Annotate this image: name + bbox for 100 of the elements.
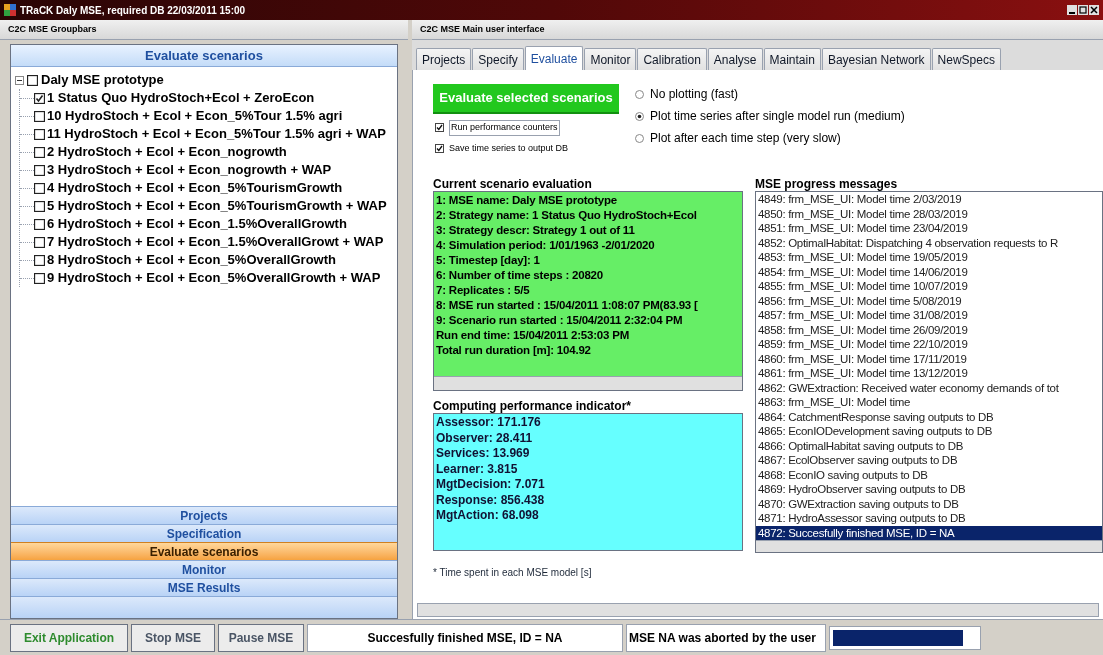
group-bar[interactable]: Monitor bbox=[11, 560, 397, 578]
checkbox[interactable] bbox=[34, 200, 45, 212]
tab[interactable]: NewSpecs bbox=[931, 48, 1001, 70]
message-item[interactable]: 4850: frm_MSE_UI: Model time 28/03/2019 bbox=[756, 206, 1102, 221]
horizontal-scrollbar[interactable] bbox=[756, 540, 1102, 552]
tree-item[interactable]: 8 HydroStoch + Ecol + Econ_5%OverallGrowth bbox=[47, 250, 336, 270]
info-line: Total run duration [m]: 104.92 bbox=[436, 343, 592, 358]
tab[interactable]: Projects bbox=[416, 48, 472, 70]
info-line: Assessor: 171.176 bbox=[436, 415, 542, 431]
status-button[interactable]: Exit Application bbox=[10, 623, 128, 652]
tab[interactable]: Maintain bbox=[763, 48, 821, 70]
tree-item[interactable]: 10 HydroStoch + Ecol + Econ_5%Tour 1.5% agri bbox=[47, 106, 343, 126]
checkbox[interactable] bbox=[34, 182, 45, 194]
tab[interactable]: Monitor bbox=[584, 48, 637, 70]
checkbox[interactable] bbox=[34, 164, 45, 176]
tree-item[interactable]: 4 HydroStoch + Ecol + Econ_5%TourismGrowth bbox=[47, 178, 343, 198]
section-title: Computing performance indicator* bbox=[433, 398, 633, 413]
info-line: 8: MSE run started : 15/04/2011 1:08:07 PM(83.93 [ bbox=[436, 298, 699, 313]
checkbox[interactable] bbox=[34, 236, 45, 248]
checkbox[interactable] bbox=[34, 218, 45, 230]
info-line: MgtAction: 68.098 bbox=[436, 508, 540, 524]
tree-item[interactable]: 11 HydroStoch + Ecol + Econ_5%Tour 1.5% agri + WAP bbox=[47, 124, 386, 144]
tab[interactable]: Calibration bbox=[637, 48, 707, 70]
message-item[interactable]: 4849: frm_MSE_UI: Model time 2/03/2019 bbox=[756, 192, 1102, 207]
collapse-icon[interactable] bbox=[15, 75, 24, 85]
tree-item[interactable]: 7 HydroStoch + Ecol + Econ_1.5%OverallGrowt + WAP bbox=[47, 232, 384, 252]
message-item[interactable]: 4869: HydroObserver saving outputs to DB bbox=[756, 482, 1102, 497]
tab[interactable]: Specify bbox=[472, 48, 524, 70]
message-item[interactable]: 4864: CatchmentResponse saving outputs to DB bbox=[756, 409, 1102, 424]
message-item[interactable]: 4863: frm_MSE_UI: Model time bbox=[756, 395, 1102, 410]
message-item[interactable]: 4858: frm_MSE_UI: Model time 26/09/2019 bbox=[756, 322, 1102, 337]
checkbox[interactable] bbox=[34, 128, 45, 140]
tree-item[interactable]: Daly MSE prototype bbox=[41, 70, 164, 90]
message-item[interactable]: 4852: OptimalHabitat: Dispatching 4 observation requests to R bbox=[756, 235, 1102, 250]
info-line: Learner: 3.815 bbox=[436, 461, 519, 477]
info-line: Run end time: 15/04/2011 2:53:03 PM bbox=[436, 328, 631, 343]
message-item[interactable]: 4868: EconIO saving outputs to DB bbox=[756, 467, 1102, 482]
checkbox[interactable] bbox=[34, 92, 45, 104]
close-icon[interactable] bbox=[1089, 5, 1099, 15]
message-item[interactable]: 4866: OptimalHabitat saving outputs to DB bbox=[756, 438, 1102, 453]
tree-item[interactable]: 6 HydroStoch + Ecol + Econ_1.5%OverallGrowth bbox=[47, 214, 347, 234]
tree-item[interactable]: 2 HydroStoch + Ecol + Econ_nogrowth bbox=[47, 142, 287, 162]
info-line: 9: Scenario run started : 15/04/2011 2:32:04 PM bbox=[436, 313, 684, 328]
checkbox[interactable] bbox=[34, 146, 45, 158]
tree-item[interactable]: 3 HydroStoch + Ecol + Econ_nogrowth + WAP bbox=[47, 160, 332, 180]
info-line: Observer: 28.411 bbox=[436, 430, 534, 446]
tab[interactable]: Bayesian Network bbox=[821, 48, 931, 70]
pane-title: C2C MSE Main user interface bbox=[412, 20, 1103, 40]
checkbox[interactable] bbox=[435, 143, 444, 153]
message-item[interactable]: 4871: HydroAssessor saving outputs to DB bbox=[756, 511, 1102, 526]
checkbox[interactable] bbox=[27, 74, 38, 86]
radio-button[interactable] bbox=[635, 89, 644, 99]
checkbox[interactable] bbox=[34, 254, 45, 266]
footnote: * Time spent in each MSE model [s] bbox=[433, 566, 593, 580]
message-item[interactable]: 4853: frm_MSE_UI: Model time 19/05/2019 bbox=[756, 250, 1102, 265]
message-item[interactable]: 4862: GWExtraction: Received water economy demands of tot bbox=[756, 380, 1102, 395]
message-item[interactable]: 4865: EconIODevelopment saving outputs to DB bbox=[756, 424, 1102, 439]
message-item[interactable]: 4851: frm_MSE_UI: Model time 23/04/2019 bbox=[756, 221, 1102, 236]
maximize-icon[interactable] bbox=[1078, 5, 1088, 15]
horizontal-scrollbar[interactable] bbox=[417, 603, 1099, 617]
message-item[interactable]: 4854: frm_MSE_UI: Model time 14/06/2019 bbox=[756, 264, 1102, 279]
message-item[interactable]: 4872: Succesfully finished MSE, ID = NA bbox=[756, 525, 1102, 540]
checkbox[interactable] bbox=[34, 110, 45, 122]
info-line: 3: Strategy descr: Strategy 1 out of 11 bbox=[436, 223, 636, 238]
tree-item[interactable]: 1 Status Quo HydroStoch+Ecol + ZeroEcon bbox=[47, 88, 315, 108]
info-line: 1: MSE name: Daly MSE prototype bbox=[436, 193, 619, 208]
message-item[interactable]: 4867: EcolObserver saving outputs to DB bbox=[756, 453, 1102, 468]
group-bar[interactable]: Specification bbox=[11, 524, 397, 542]
horizontal-scrollbar[interactable] bbox=[434, 376, 742, 390]
message-item[interactable]: 4860: frm_MSE_UI: Model time 17/11/2019 bbox=[756, 351, 1102, 366]
checkbox[interactable] bbox=[435, 123, 444, 133]
checkbox-label: Run performance counters bbox=[449, 120, 560, 136]
status-button[interactable]: Stop MSE bbox=[131, 623, 215, 652]
window-title: TRaCK Daly MSE, required DB 22/03/2011 15:00 bbox=[20, 3, 246, 18]
message-item[interactable]: 4861: frm_MSE_UI: Model time 13/12/2019 bbox=[756, 366, 1102, 381]
info-line: 6: Number of time steps : 20820 bbox=[436, 268, 604, 283]
checkbox[interactable] bbox=[34, 272, 45, 284]
info-line: 5: Timestep [day]: 1 bbox=[436, 253, 541, 268]
info-line: Response: 856.438 bbox=[436, 492, 546, 508]
status-button[interactable]: Pause MSE bbox=[218, 623, 304, 652]
group-bar[interactable]: MSE Results bbox=[11, 578, 397, 596]
group-bar[interactable]: Evaluate scenarios bbox=[11, 542, 397, 560]
message-item[interactable]: 4857: frm_MSE_UI: Model time 31/08/2019 bbox=[756, 308, 1102, 323]
tree-item[interactable]: 9 HydroStoch + Ecol + Econ_5%OverallGrowth + WAP bbox=[47, 268, 381, 288]
section-header: Evaluate scenarios bbox=[11, 45, 397, 67]
message-item[interactable]: 4870: GWExtraction saving outputs to DB bbox=[756, 496, 1102, 511]
message-item[interactable]: 4859: frm_MSE_UI: Model time 22/10/2019 bbox=[756, 337, 1102, 352]
tree-item[interactable]: 5 HydroStoch + Ecol + Econ_5%TourismGrowth + WAP bbox=[47, 196, 387, 216]
radio-button[interactable] bbox=[635, 111, 644, 121]
radio-button[interactable] bbox=[635, 133, 644, 143]
group-bar[interactable]: Projects bbox=[11, 506, 397, 524]
message-item[interactable]: 4856: frm_MSE_UI: Model time 5/08/2019 bbox=[756, 293, 1102, 308]
message-item[interactable]: 4855: frm_MSE_UI: Model time 10/07/2019 bbox=[756, 279, 1102, 294]
minimize-icon[interactable] bbox=[1067, 5, 1077, 15]
tab[interactable]: Analyse bbox=[707, 48, 763, 70]
app-icon bbox=[4, 4, 16, 16]
tab[interactable]: Evaluate bbox=[524, 46, 584, 70]
status-message: Succesfully finished MSE, ID = NA bbox=[307, 623, 623, 652]
checkbox-label: Save time series to output DB bbox=[449, 141, 569, 155]
info-line: 7: Replicates : 5/5 bbox=[436, 283, 531, 298]
